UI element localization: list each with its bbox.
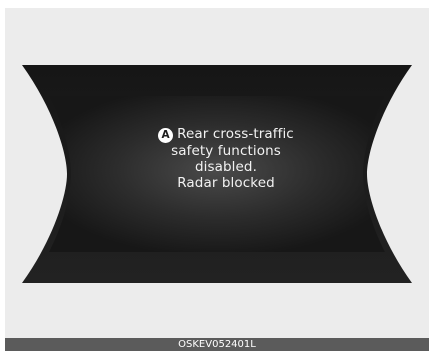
message-line-4: Radar blocked [177,175,275,191]
message-line-1-text: Rear cross-traffic [177,126,294,142]
callout-a-badge: A [158,128,174,143]
message-line-1: A Rear cross-traffic [111,126,341,143]
message-line-3: disabled. [194,159,257,175]
figure-code: OSKEV052401L [5,338,429,351]
warning-message: A Rear cross-traffic safety functions dis… [111,126,341,191]
message-line-2: safety functions [171,143,281,159]
illustration-panel: A Rear cross-traffic safety functions dis… [5,8,429,338]
